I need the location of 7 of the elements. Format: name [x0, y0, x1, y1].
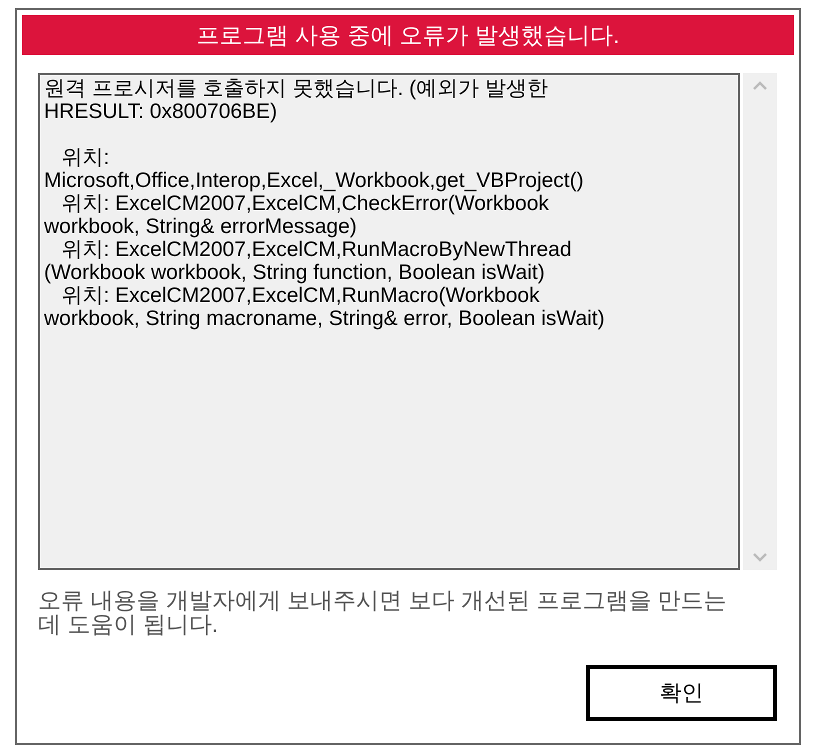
- info-message: 오류 내용을 개발자에게 보내주시면 보다 개선된 프로그램을 만드는 데 도움이 됩니다.: [38, 588, 728, 636]
- error-details-text[interactable]: 원격 프로시저를 호출하지 못했습니다. (예외가 발생한 HRESULT: 0x800706BE) 위치: Microsoft,Office,Interop,Excel,_Workbook,get_VBProject() 위치: ExcelCM2007,ExcelCM,CheckError(Workbook workbook, String& errorMessage) 위치: ExcelCM2007,ExcelCM,RunMacroByNewThread (Workbook workbook, String function, Boolean isWait) 위치: ExcelCM2007,ExcelCM,RunMacro(Workbook workbook, String macroname, String& error, Boolean isWait): [38, 73, 740, 570]
- scroll-down-icon[interactable]: [752, 552, 768, 562]
- ok-button[interactable]: 확인: [586, 665, 777, 721]
- dialog-title: 프로그램 사용 중에 오류가 발생했습니다.: [22, 15, 794, 55]
- scroll-up-icon[interactable]: [752, 81, 768, 91]
- scrollbar[interactable]: [743, 73, 777, 570]
